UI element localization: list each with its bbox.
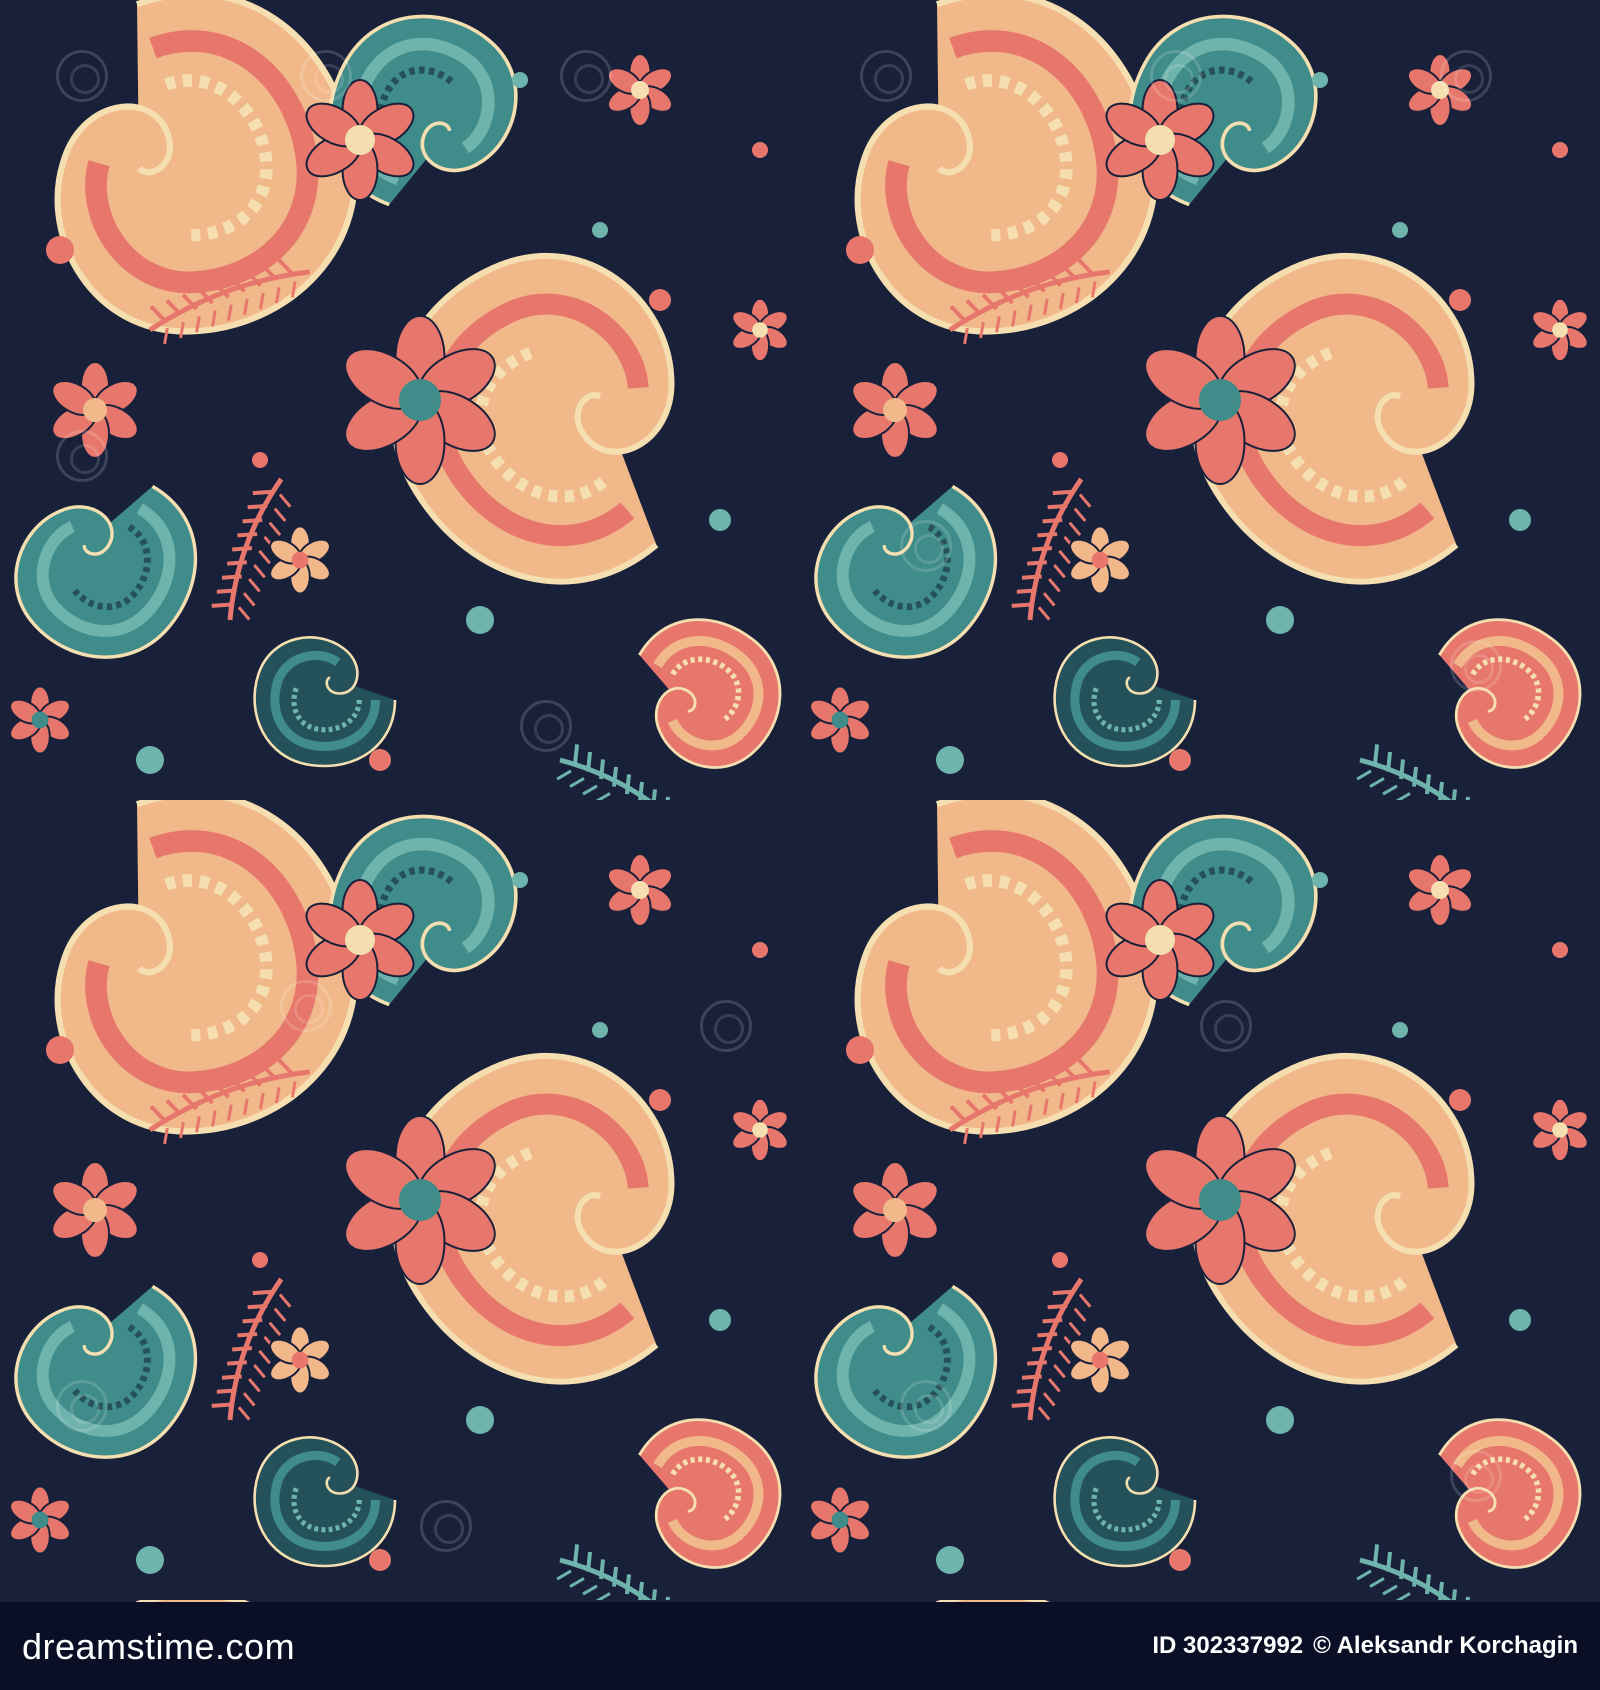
watermark-icon <box>520 700 572 752</box>
watermark-icon <box>280 980 332 1032</box>
dreamstime-logo[interactable]: dreamstime.com <box>22 1626 295 1668</box>
watermark-icon <box>1150 50 1202 102</box>
image-frame: dreamstime.com ID 302337992 © Aleksandr … <box>0 0 1600 1690</box>
watermark-icon <box>56 1380 108 1432</box>
image-credit: ID 302337992 © Aleksandr Korchagin <box>1152 1632 1578 1660</box>
watermark-icon <box>1440 50 1492 102</box>
watermark-icon <box>1200 1000 1252 1052</box>
pattern-fill <box>0 0 1600 1602</box>
watermark-icon <box>1450 1450 1502 1502</box>
watermark-icon <box>300 50 352 102</box>
watermark-icon <box>1450 640 1502 692</box>
watermark-icon <box>900 520 952 572</box>
paisley-pattern-image <box>0 0 1600 1602</box>
watermark-icon <box>900 1380 952 1432</box>
image-id: ID 302337992 <box>1152 1632 1304 1659</box>
watermark-icon <box>700 1000 752 1052</box>
author-credit: © Aleksandr Korchagin <box>1313 1632 1578 1659</box>
stock-footer-bar: dreamstime.com ID 302337992 © Aleksandr … <box>0 1602 1600 1690</box>
watermark-icon <box>56 50 108 102</box>
watermark-icon <box>420 1500 472 1552</box>
watermark-icon <box>560 50 612 102</box>
watermark-icon <box>860 50 912 102</box>
watermark-icon <box>56 430 108 482</box>
paisley-pattern-svg <box>0 0 1600 1602</box>
